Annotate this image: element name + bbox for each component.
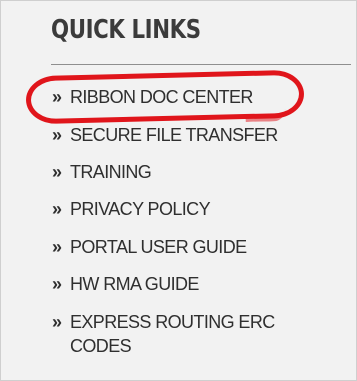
link-label: TRAINING — [70, 162, 152, 182]
double-chevron-right-icon: » — [52, 237, 62, 257]
double-chevron-right-icon: » — [52, 199, 62, 219]
link-training[interactable]: » TRAINING — [52, 160, 322, 184]
double-chevron-right-icon: » — [52, 87, 62, 107]
double-chevron-right-icon: » — [52, 274, 62, 294]
link-ribbon-doc-center[interactable]: » RIBBON DOC CENTER — [52, 85, 322, 109]
link-hw-rma-guide[interactable]: » HW RMA GUIDE — [52, 272, 322, 296]
quick-links-title: QUICK LINKS — [51, 15, 201, 45]
link-portal-user-guide[interactable]: » PORTAL USER GUIDE — [52, 235, 322, 259]
double-chevron-right-icon: » — [52, 125, 62, 145]
title-divider — [51, 64, 351, 65]
double-chevron-right-icon: » — [52, 312, 62, 332]
link-label: PRIVACY POLICY — [70, 199, 211, 219]
link-label: SECURE FILE TRANSFER — [70, 125, 278, 145]
link-label: EXPRESS ROUTING ERC CODES — [70, 312, 275, 356]
link-label: RIBBON DOC CENTER — [70, 87, 253, 107]
link-secure-file-transfer[interactable]: » SECURE FILE TRANSFER — [52, 123, 322, 147]
link-label: HW RMA GUIDE — [70, 274, 199, 294]
link-express-routing-erc-codes[interactable]: » EXPRESS ROUTING ERC CODES — [52, 310, 302, 358]
link-privacy-policy[interactable]: » PRIVACY POLICY — [52, 197, 322, 221]
double-chevron-right-icon: » — [52, 162, 62, 182]
link-label: PORTAL USER GUIDE — [70, 237, 247, 257]
quick-links-panel: QUICK LINKS » RIBBON DOC CENTER » SECURE F… — [0, 0, 357, 381]
